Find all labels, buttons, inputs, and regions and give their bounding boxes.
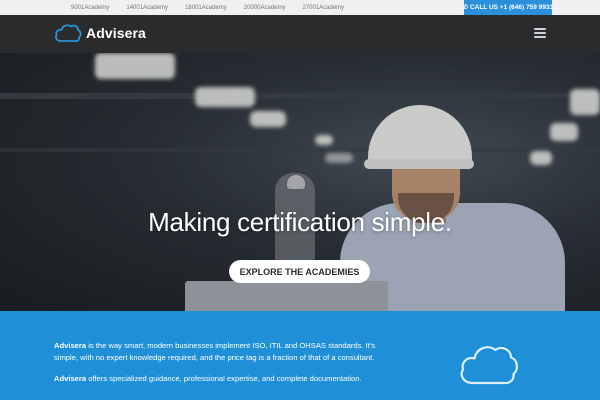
link-14001academy[interactable]: 14001Academy (126, 5, 168, 11)
call-us-button[interactable]: ✆ CALL US +1 (646) 759 9933 (462, 0, 554, 15)
explore-academies-button[interactable]: EXPLORE THE ACADEMIES (229, 260, 370, 283)
top-bar: 9001Academy 14001Academy 18001Academy 20… (0, 0, 600, 15)
about-brand-1: Advisera (54, 341, 87, 350)
about-paragraph-2: Advisera offers specialized guidance, pr… (54, 373, 384, 385)
hamburger-icon[interactable] (534, 28, 546, 38)
cloud-logo-icon (55, 24, 82, 42)
link-18001academy[interactable]: 18001Academy (185, 5, 227, 11)
academy-links: 9001Academy 14001Academy 18001Academy 20… (71, 0, 361, 15)
logo[interactable]: Advisera (54, 22, 146, 44)
link-20000academy[interactable]: 20000Academy (244, 5, 286, 11)
call-us-label: CALL US +1 (646) 759 9933 (469, 4, 554, 11)
about-paragraph-1: Advisera is the way smart, modern busine… (54, 340, 384, 363)
link-9001academy[interactable]: 9001Academy (71, 5, 109, 11)
phone-icon: ✆ (462, 5, 468, 11)
cloud-icon (460, 346, 518, 385)
hero-banner: Making certification simple. EXPLORE THE… (0, 53, 600, 311)
about-brand-2: Advisera (54, 374, 87, 383)
hero-headline: Making certification simple. (148, 207, 452, 237)
about-text-1: is the way smart, modern businesses impl… (54, 341, 376, 362)
link-27001academy[interactable]: 27001Academy (302, 5, 344, 11)
about-section: Advisera is the way smart, modern busine… (0, 311, 600, 400)
logo-text: Advisera (86, 25, 146, 41)
site-header: Advisera (0, 15, 600, 53)
about-text-2: offers specialized guidance, professiona… (86, 374, 362, 383)
